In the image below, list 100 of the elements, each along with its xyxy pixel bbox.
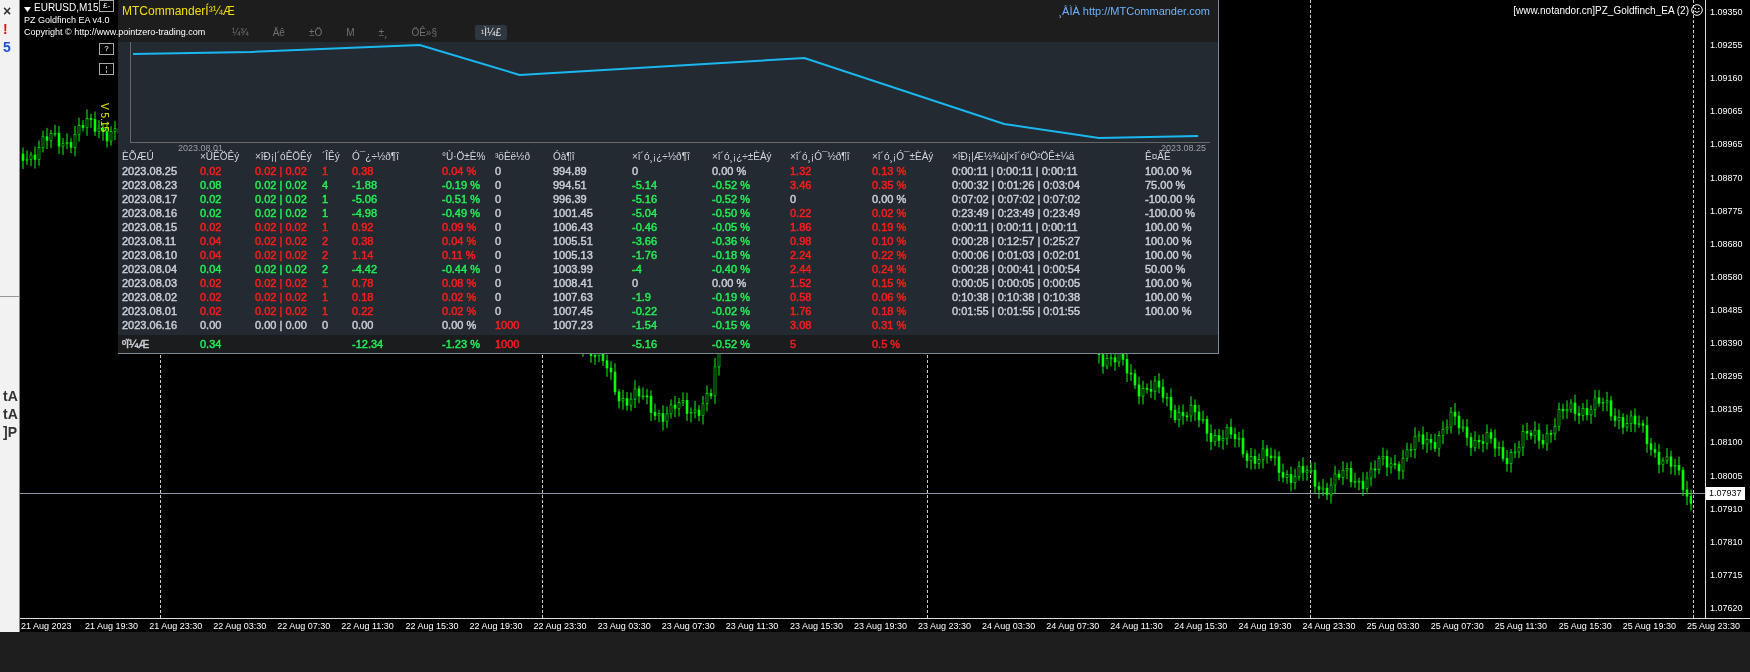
table-cell: 100.00 % <box>1145 276 1192 290</box>
table-cell: 0.00 <box>352 318 374 332</box>
price-label: 1.09160 <box>1710 73 1744 85</box>
version-label: V 5.15 <box>98 103 110 132</box>
time-label: 24 Aug 11:30 <box>1109 620 1164 631</box>
table-cell: -4.42 <box>352 262 378 276</box>
table-cell: 0.08 <box>200 178 222 192</box>
table-cell: -0.49 % <box>442 206 480 220</box>
column-header: ×î´ó¸¡Ó¯±ÈÀý <box>872 150 935 164</box>
price-label: 1.08680 <box>1710 238 1744 250</box>
navigator-text[interactable]: ! <box>0 20 8 38</box>
expert-info-text: [www.notandor.cn]PZ_Goldfinch_EA (2) <box>1513 4 1689 16</box>
price-label: 1.09255 <box>1710 40 1744 52</box>
price-label: 1.08775 <box>1710 205 1744 217</box>
table-cell: 0.00 % <box>442 318 477 332</box>
navigator-text[interactable]: tA <box>0 405 18 423</box>
navigator-text[interactable]: tA <box>0 387 18 405</box>
chart-side-button[interactable]: £- <box>99 0 114 12</box>
chart-side-button[interactable]: ¦ <box>99 63 114 75</box>
table-cell: 0:00:06 | 0:01:03 | 0:02:01 <box>952 248 1081 262</box>
navigator-text[interactable]: × <box>0 2 12 20</box>
table-cell: -5.04 <box>632 206 658 220</box>
table-cell: 0.02 | 0.02 <box>255 178 307 192</box>
table-cell: -100.00 % <box>1145 206 1196 220</box>
table-cell: 0.09 % <box>442 220 477 234</box>
price-label: 1.07715 <box>1710 569 1744 581</box>
time-label: 23 Aug 19:30 <box>852 620 908 631</box>
time-label: 22 Aug 07:30 <box>276 620 332 631</box>
table-cell: 1 <box>322 220 329 234</box>
table-cell: -5.16 <box>632 192 658 206</box>
time-label: 24 Aug 03:30 <box>981 620 1037 631</box>
table-cell: 0 <box>495 178 502 192</box>
price-label: 1.09065 <box>1710 106 1744 118</box>
column-header: ×î´ó¸¡Ó¯½ð¶î <box>790 150 851 164</box>
price-label: 1.07910 <box>1710 503 1744 515</box>
time-label: 22 Aug 03:30 <box>212 620 268 631</box>
period-tab[interactable]: M <box>340 24 361 40</box>
table-cell: 1001.45 <box>553 206 593 220</box>
period-tab[interactable]: ¹Ì¼£ <box>474 24 507 40</box>
price-label: 1.08390 <box>1710 338 1744 350</box>
table-cell: 50.00 % <box>1145 262 1186 276</box>
table-cell: 1.76 <box>790 304 812 318</box>
table-cell: 1.14 <box>352 248 374 262</box>
table-cell: 0 <box>495 248 502 262</box>
chart-side-button[interactable]: ? <box>99 43 114 55</box>
table-cell: 0.02 | 0.02 <box>255 234 307 248</box>
table-cell: 0:00:32 | 0:01:26 | 0:03:04 <box>952 178 1081 192</box>
table-cell: 0.34 <box>200 337 222 351</box>
table-cell: 2.44 <box>790 262 812 276</box>
table-cell: 1008.41 <box>553 276 593 290</box>
expert-label: PZ Goldfinch EA v4.0 <box>24 15 110 25</box>
table-cell: -4.98 <box>352 206 378 220</box>
table-cell: 0 <box>495 276 502 290</box>
table-cell: -0.19 % <box>442 178 480 192</box>
table-cell: 0.00 % <box>712 276 747 290</box>
table-cell: 0 <box>495 290 502 304</box>
table-cell: -1.76 <box>632 248 658 262</box>
period-tab[interactable]: ¼¾ <box>226 24 255 40</box>
time-label: 23 Aug 07:30 <box>660 620 716 631</box>
table-cell: 0.22 <box>352 304 374 318</box>
table-cell: -0.36 % <box>712 234 750 248</box>
table-cell: 0:00:05 | 0:00:05 | 0:00:05 <box>952 276 1081 290</box>
table-cell: -0.52 % <box>712 178 750 192</box>
price-label: 1.08580 <box>1710 271 1744 283</box>
table-cell: 1007.45 <box>553 304 593 318</box>
table-cell: 994.89 <box>553 164 587 178</box>
table-cell: 0.02 <box>200 164 222 178</box>
table-cell: -5.06 <box>352 192 378 206</box>
table-cell: 1006.43 <box>553 220 593 234</box>
table-cell: 1 <box>322 276 329 290</box>
table-cell: -0.05 % <box>712 220 750 234</box>
table-cell: -0.52 % <box>712 192 750 206</box>
column-header: Ó¯¿÷½ð¶î <box>352 150 400 164</box>
navigator-text[interactable]: ]P <box>0 423 17 441</box>
table-cell: -0.46 <box>632 220 658 234</box>
time-label: 22 Aug 15:30 <box>404 620 460 631</box>
table-cell: 0.5 % <box>872 337 901 351</box>
table-cell: 1007.23 <box>553 318 593 332</box>
table-cell: 994.51 <box>553 178 587 192</box>
table-cell: 1000 <box>495 318 520 332</box>
table-cell: 0.04 % <box>442 234 477 248</box>
table-cell: 2023.08.11 <box>122 234 177 248</box>
column-header: °Ù·Ö±È% <box>442 150 487 164</box>
table-cell: -1.23 % <box>442 337 480 351</box>
table-cell: -0.19 % <box>712 290 750 304</box>
period-tab[interactable]: ÖÊ»§ <box>405 24 443 40</box>
table-cell: 0.22 % <box>872 248 907 262</box>
table-cell: 0.15 % <box>872 276 907 290</box>
table-cell: 100.00 % <box>1145 164 1192 178</box>
period-tab[interactable]: Äê <box>266 24 291 40</box>
table-cell: 0.02 | 0.02 <box>255 192 307 206</box>
time-label: 24 Aug 07:30 <box>1045 620 1101 631</box>
table-cell: 0.58 <box>790 290 812 304</box>
table-cell: 0.24 % <box>872 262 907 276</box>
table-cell: 0.98 <box>790 234 812 248</box>
table-cell: -0.22 <box>632 304 658 318</box>
website-link[interactable]: ¸ÂÌÀ http://MTCommander.com <box>1058 5 1210 17</box>
table-cell: 0.02 | 0.02 <box>255 290 307 304</box>
navigator-text[interactable]: 5 <box>0 38 11 56</box>
time-label: 24 Aug 19:30 <box>1237 620 1293 631</box>
